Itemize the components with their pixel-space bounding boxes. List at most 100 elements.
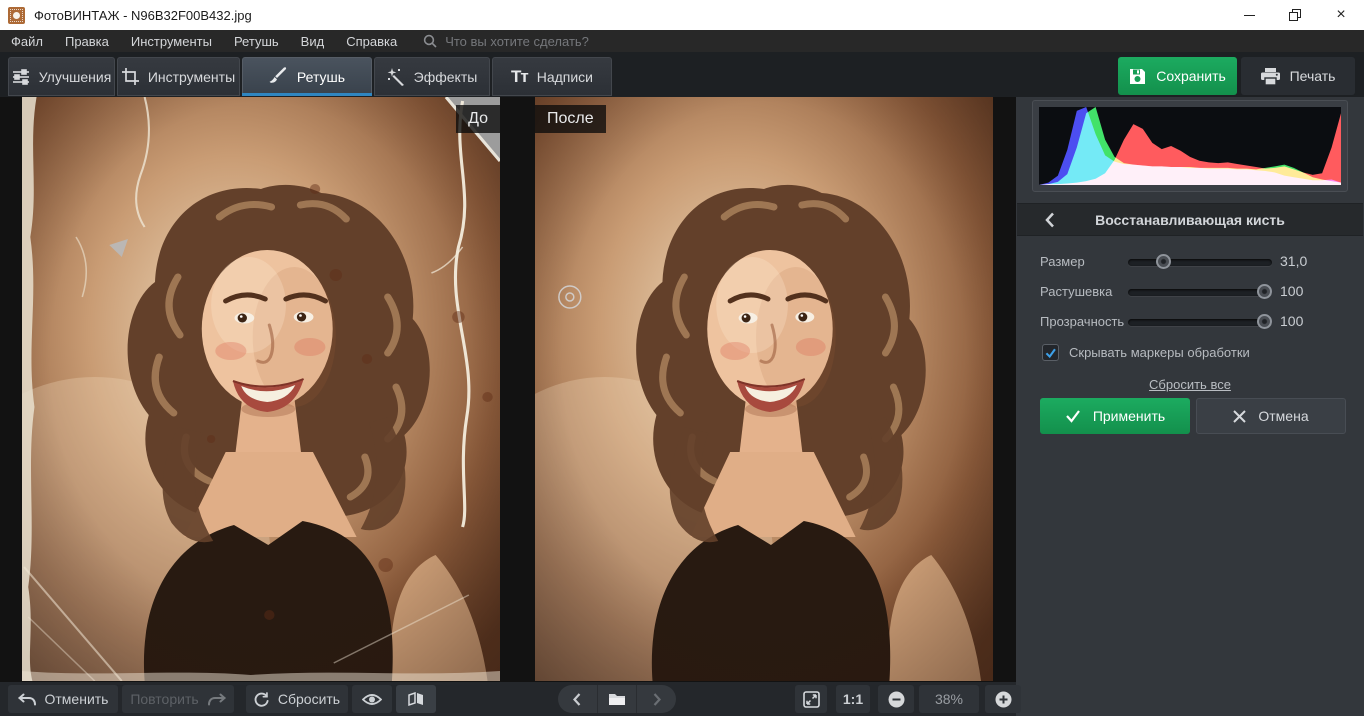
reset-all-link[interactable]: Сбросить все xyxy=(1016,377,1364,392)
file-navigator xyxy=(558,685,676,713)
menu-bar: Файл Правка Инструменты Ретушь Вид Справ… xyxy=(0,30,1364,52)
histogram-plot xyxy=(1039,107,1341,185)
next-file-button[interactable] xyxy=(636,685,676,713)
sliders-icon xyxy=(12,69,30,85)
undo-label: Отменить xyxy=(45,691,109,707)
zoom-level[interactable]: 38% xyxy=(919,685,979,713)
zoom-out-button[interactable] xyxy=(878,685,914,713)
size-label: Размер xyxy=(1040,254,1085,269)
search-icon xyxy=(423,34,437,48)
redo-label: Повторить xyxy=(130,691,198,707)
hide-markers-checkbox[interactable] xyxy=(1042,344,1059,361)
print-label: Печать xyxy=(1290,68,1336,84)
print-icon xyxy=(1261,68,1280,85)
window-title: ФотоВИНТАЖ - N96B32F00B432.jpg xyxy=(34,8,252,23)
size-value: 31,0 xyxy=(1280,253,1307,269)
window-controls: × xyxy=(1226,0,1364,30)
save-icon xyxy=(1129,68,1146,85)
undo-button[interactable]: Отменить xyxy=(8,685,118,713)
opacity-slider-thumb[interactable] xyxy=(1257,314,1272,329)
opacity-value: 100 xyxy=(1280,313,1303,329)
feather-slider[interactable] xyxy=(1128,289,1272,296)
menu-tools[interactable]: Инструменты xyxy=(131,34,212,49)
crop-icon xyxy=(122,68,139,85)
magic-wand-icon xyxy=(387,68,405,86)
tab-label: Улучшения xyxy=(39,69,112,85)
actual-size-button[interactable]: 1:1 xyxy=(836,685,870,713)
app-icon xyxy=(8,7,25,24)
before-image[interactable]: До xyxy=(22,97,500,681)
eye-icon xyxy=(362,693,382,706)
title-bar: ФотоВИНТАЖ - N96B32F00B432.jpg × xyxy=(0,0,1364,30)
chevron-right-icon xyxy=(653,693,661,706)
status-bar: Отменить Повторить Сбросить 1:1 38% xyxy=(0,682,1016,716)
open-folder-button[interactable] xyxy=(597,685,637,713)
minus-circle-icon xyxy=(888,691,905,708)
tab-label: Эффекты xyxy=(414,69,478,85)
tab-label: Надписи xyxy=(537,69,593,85)
show-original-button[interactable] xyxy=(352,685,392,713)
zoom-in-button[interactable] xyxy=(985,685,1021,713)
fit-screen-button[interactable] xyxy=(795,685,827,713)
chevron-left-icon xyxy=(1045,212,1055,228)
hide-markers-label: Скрывать маркеры обработки xyxy=(1069,345,1250,360)
fit-screen-icon xyxy=(803,691,820,708)
restore-button[interactable] xyxy=(1272,0,1318,30)
tab-label: Ретушь xyxy=(297,69,345,85)
check-icon xyxy=(1065,409,1081,423)
feather-slider-thumb[interactable] xyxy=(1257,284,1272,299)
hide-markers-row: Скрывать маркеры обработки xyxy=(1042,344,1250,361)
print-button[interactable]: Печать xyxy=(1241,57,1355,95)
menu-help[interactable]: Справка xyxy=(346,34,397,49)
opacity-slider-row: Прозрачность 100 xyxy=(1016,310,1364,334)
tab-tools[interactable]: Инструменты xyxy=(117,57,240,96)
panel-title: Восстанавливающая кисть xyxy=(1017,212,1363,228)
split-compare-icon xyxy=(408,692,424,707)
feather-slider-row: Растушевка 100 xyxy=(1016,280,1364,304)
undo-icon xyxy=(18,693,36,706)
plus-circle-icon xyxy=(995,691,1012,708)
back-button[interactable] xyxy=(1039,209,1061,231)
menu-view[interactable]: Вид xyxy=(301,34,325,49)
close-button[interactable]: × xyxy=(1318,0,1364,30)
folder-icon xyxy=(608,692,626,706)
menu-retouch[interactable]: Ретушь xyxy=(234,34,279,49)
image-viewer: До После xyxy=(0,97,1016,682)
size-slider-thumb[interactable] xyxy=(1156,254,1171,269)
redo-icon xyxy=(208,693,226,706)
compare-view-button[interactable] xyxy=(396,685,436,713)
panel-header: Восстанавливающая кисть xyxy=(1017,203,1363,236)
tab-enhancements[interactable]: Улучшения xyxy=(8,57,115,96)
before-label: До xyxy=(456,105,500,133)
reset-icon xyxy=(254,692,269,707)
save-button[interactable]: Сохранить xyxy=(1118,57,1237,95)
apply-button[interactable]: Применить xyxy=(1040,398,1190,434)
prev-file-button[interactable] xyxy=(558,685,597,713)
restore-icon xyxy=(1289,9,1301,21)
menu-edit[interactable]: Правка xyxy=(65,34,109,49)
redo-button[interactable]: Повторить xyxy=(122,685,234,713)
tab-bar: Улучшения Инструменты Ретушь Эффекты Tт … xyxy=(0,52,1364,97)
size-slider-row: Размер 31,0 xyxy=(1016,250,1364,274)
cancel-button[interactable]: Отмена xyxy=(1196,398,1346,434)
minimize-button[interactable] xyxy=(1226,0,1272,30)
cancel-label: Отмена xyxy=(1258,408,1308,424)
actual-size-label: 1:1 xyxy=(843,691,863,707)
chevron-left-icon xyxy=(573,693,581,706)
tab-effects[interactable]: Эффекты xyxy=(374,57,490,96)
menu-file[interactable]: Файл xyxy=(11,34,43,49)
tab-retouch[interactable]: Ретушь xyxy=(242,57,372,96)
help-search[interactable] xyxy=(423,34,665,49)
opacity-slider[interactable] xyxy=(1128,319,1272,326)
after-label: После xyxy=(535,105,606,133)
save-label: Сохранить xyxy=(1156,68,1226,84)
search-input[interactable] xyxy=(445,34,665,49)
size-slider[interactable] xyxy=(1128,259,1272,266)
apply-label: Применить xyxy=(1093,408,1165,424)
tab-captions[interactable]: Tт Надписи xyxy=(492,57,612,96)
feather-label: Растушевка xyxy=(1040,284,1112,299)
reset-button[interactable]: Сбросить xyxy=(246,685,348,713)
brush-icon xyxy=(269,67,288,86)
tool-panel: Восстанавливающая кисть Размер 31,0 Раст… xyxy=(1016,97,1364,716)
after-image[interactable]: После xyxy=(535,97,993,681)
